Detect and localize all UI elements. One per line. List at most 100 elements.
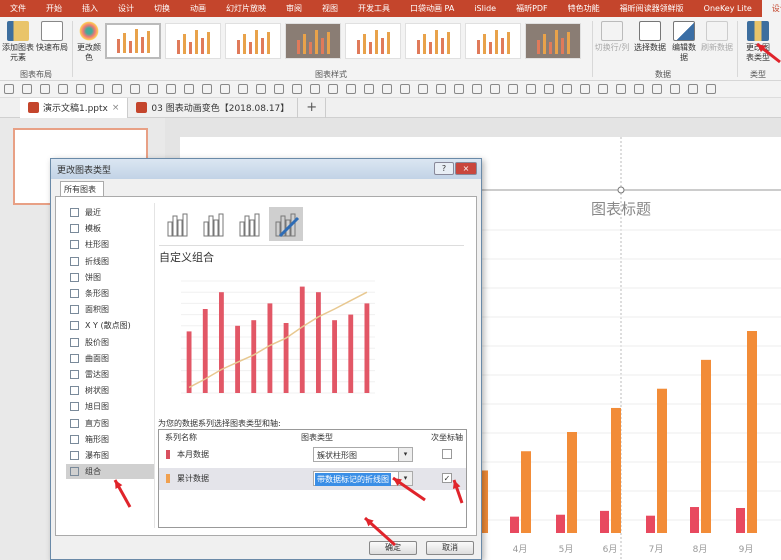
bar-series-2[interactable] (567, 432, 577, 533)
dialog-title: 更改图表类型 (51, 159, 481, 179)
header-secondary-axis: 次坐标轴 (431, 433, 463, 442)
resize-handle[interactable] (617, 186, 625, 194)
series-table: 系列名称 图表类型 次坐标轴 本月数据 簇状柱形图 ▾ 累计数据 带数据标记的折线图 ▾ ✓ (158, 429, 467, 528)
category-item[interactable]: 股价图 (66, 335, 154, 350)
category-item[interactable]: 雷达图 (66, 367, 154, 382)
chart-category-icon (70, 370, 79, 379)
category-label: 模板 (85, 224, 101, 234)
chart-category-icon (70, 467, 79, 477)
series-name: 本月数据 (177, 450, 209, 459)
chevron-down-icon[interactable]: ▾ (398, 472, 412, 485)
chart-category-icon (70, 402, 79, 412)
bar-series-1[interactable] (510, 516, 519, 533)
chart-category-icon (70, 305, 79, 315)
divider (154, 203, 155, 528)
chart-category-icon (70, 240, 79, 250)
category-item[interactable]: 折线图 (66, 254, 154, 269)
bar-series-1[interactable] (736, 507, 745, 533)
chart-category-icon (70, 434, 79, 444)
combo-subtype-icon[interactable] (197, 207, 231, 241)
bar-series-1[interactable] (646, 515, 655, 533)
category-label: 雷达图 (85, 370, 109, 379)
chart-category-icon (70, 208, 79, 217)
preview-bar (267, 303, 273, 393)
ok-button[interactable]: 确定 (369, 541, 417, 555)
chart-preview (181, 280, 375, 394)
category-item[interactable]: 树状图 (66, 383, 154, 398)
category-label: 直方图 (85, 418, 109, 428)
category-item[interactable]: 直方图 (66, 416, 154, 431)
combo-subtype-icon[interactable] (233, 207, 267, 241)
bar-series-2[interactable] (701, 359, 711, 533)
category-item[interactable]: 组合 (66, 464, 154, 480)
x-tick-label: 4月 (513, 544, 528, 555)
chart-type-select[interactable]: 带数据标记的折线图 ▾ (313, 471, 413, 486)
x-tick-label: 7月 (649, 544, 664, 555)
category-label: 饼图 (85, 272, 101, 282)
x-tick-label: 5月 (559, 544, 574, 555)
preview-bar (364, 303, 370, 393)
header-chart-type: 图表类型 (301, 433, 333, 442)
category-item[interactable]: 箱形图 (66, 432, 154, 447)
category-item[interactable]: 面积图 (66, 302, 154, 317)
category-item[interactable]: X Y (散点图) (66, 318, 154, 333)
category-item[interactable]: 最近 (66, 205, 154, 220)
chart-category-icon (70, 272, 79, 282)
preview-bar (235, 325, 241, 393)
category-label: 箱形图 (85, 434, 109, 444)
select-value: 带数据标记的折线图 (315, 473, 391, 486)
preview-bar (348, 314, 354, 393)
category-label: 组合 (85, 467, 101, 477)
chart-category-icon (70, 386, 79, 396)
preview-line (188, 291, 368, 389)
header-series-name: 系列名称 (165, 433, 197, 442)
chart-category-icon (70, 337, 79, 347)
series-row[interactable]: 累计数据 带数据标记的折线图 ▾ ✓ (159, 468, 466, 490)
preview-bar (315, 292, 321, 393)
category-item[interactable]: 旭日图 (66, 399, 154, 414)
series-prompt: 为您的数据系列选择图表类型和轴: (158, 419, 281, 428)
category-label: 旭日图 (85, 402, 109, 412)
category-label: 柱形图 (85, 240, 109, 250)
bar-series-1[interactable] (690, 507, 699, 533)
bar-series-1[interactable] (556, 514, 565, 533)
chart-type-select[interactable]: 簇状柱形图 ▾ (313, 447, 413, 462)
category-label: 面积图 (85, 305, 109, 315)
category-label: X Y (散点图) (85, 321, 131, 331)
bar-series-2[interactable] (521, 451, 531, 533)
combo-subtype-icon[interactable] (269, 207, 303, 241)
preview-bar (251, 320, 257, 393)
combo-subtype-icon[interactable] (161, 207, 195, 241)
cancel-button[interactable]: 取消 (426, 541, 474, 555)
preview-bar (186, 331, 192, 393)
help-button[interactable]: ? (434, 162, 454, 175)
category-item[interactable]: 瀑布图 (66, 448, 154, 463)
chart-category-icon (70, 353, 79, 363)
preview-bar (332, 320, 338, 393)
series-row[interactable]: 本月数据 簇状柱形图 ▾ (159, 444, 466, 466)
category-item[interactable]: 模板 (66, 221, 154, 236)
category-item[interactable]: 曲面图 (66, 351, 154, 366)
category-label: 折线图 (85, 256, 109, 266)
preview-bar (218, 292, 224, 393)
series-color-swatch (166, 474, 170, 483)
secondary-axis-checkbox[interactable] (442, 449, 452, 459)
category-item[interactable]: 饼图 (66, 270, 154, 285)
category-label: 瀑布图 (85, 451, 109, 460)
change-chart-type-dialog: 更改图表类型 ? × 所有图表 最近模板柱形图折线图饼图条形图面积图 X Y (散… (50, 158, 482, 560)
x-tick-label: 6月 (603, 544, 618, 555)
chevron-down-icon[interactable]: ▾ (398, 448, 412, 461)
category-item[interactable]: 条形图 (66, 286, 154, 301)
tab-all-charts[interactable]: 所有图表 (60, 181, 104, 197)
category-label: 树状图 (85, 386, 109, 396)
bar-series-2[interactable] (611, 407, 621, 533)
category-item[interactable]: 柱形图 (66, 237, 154, 252)
chart-category-icon (70, 256, 79, 266)
category-label: 曲面图 (85, 353, 109, 363)
bar-series-2[interactable] (657, 388, 667, 533)
bar-series-2[interactable] (747, 331, 757, 533)
bar-series-1[interactable] (600, 510, 609, 533)
secondary-axis-checkbox[interactable]: ✓ (442, 473, 452, 483)
chart-title[interactable]: 图表标题 (591, 200, 651, 218)
close-button[interactable]: × (455, 162, 477, 175)
